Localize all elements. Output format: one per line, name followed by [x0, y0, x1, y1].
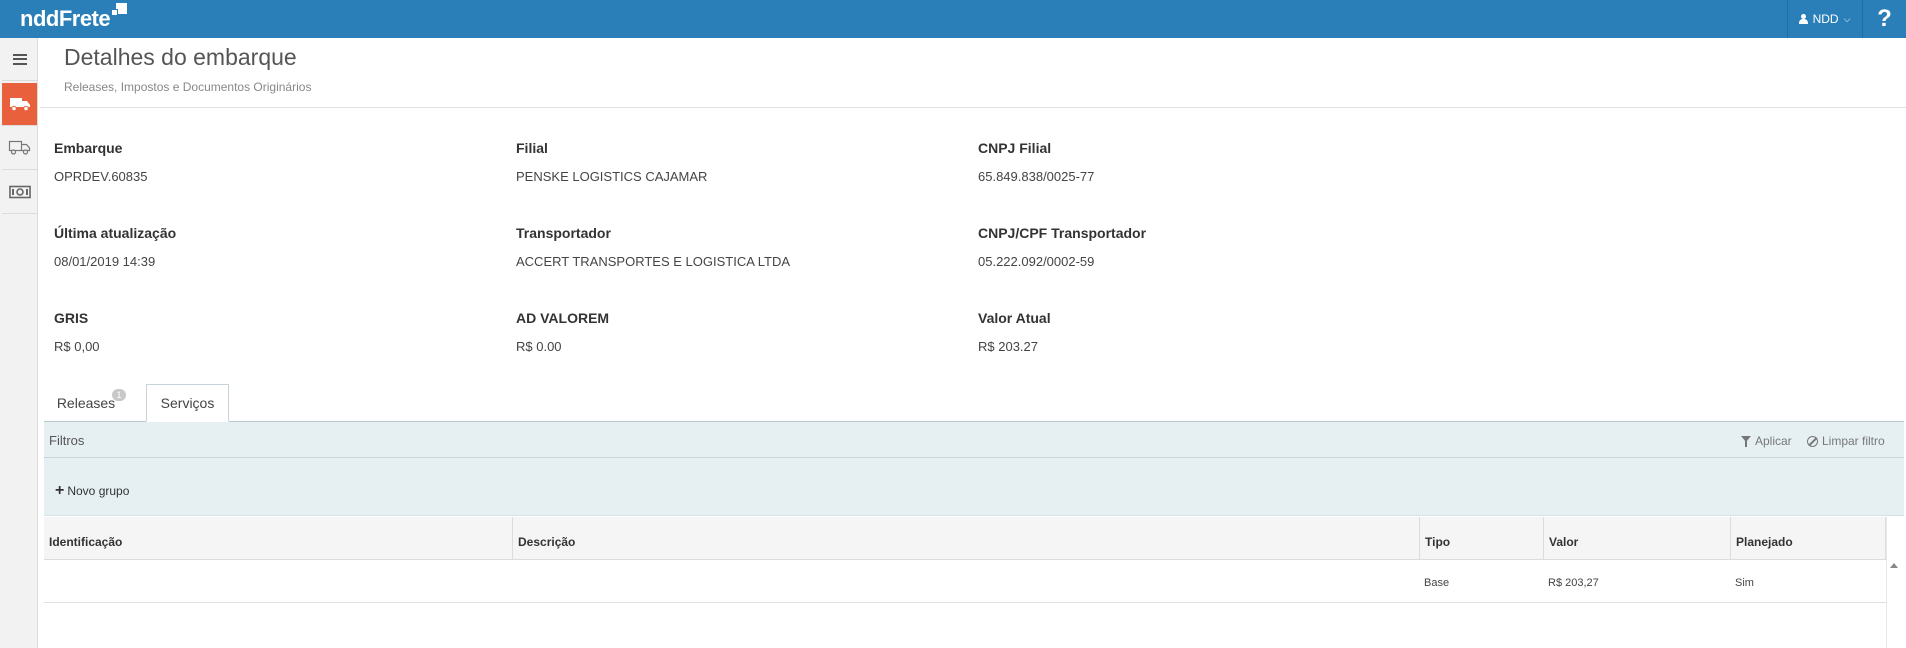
filter-title: Filtros [49, 433, 85, 448]
ad-valorem-value: R$ 0.00 [516, 339, 562, 354]
clear-filter-button[interactable]: Limpar filtro [1807, 434, 1885, 448]
logo-mark-icon [111, 3, 128, 19]
money-icon [8, 185, 31, 199]
cnpj-filial-value: 65.849.838/0025-77 [978, 169, 1095, 184]
embarque-value: OPRDEV.60835 [54, 169, 148, 184]
ultima-atualizacao-label: Última atualização [54, 225, 177, 241]
gris-value: R$ 0,00 [54, 339, 100, 354]
plus-icon: + [55, 482, 65, 499]
table-header: Identificação Descrição Tipo Valor Plane… [44, 517, 1886, 560]
nav-item-financeiro[interactable] [2, 171, 37, 214]
user-name: NDD [1812, 12, 1839, 26]
table-row[interactable]: Base R$ 203,27 Sim [44, 560, 1886, 603]
user-menu[interactable]: NDD ⌵ [1787, 0, 1861, 38]
chevron-down-icon: ⌵ [1843, 13, 1851, 24]
gris-label: GRIS [54, 310, 89, 326]
apply-filter-label: Aplicar [1755, 434, 1792, 448]
nav-item-fretes[interactable] [2, 127, 37, 170]
embarque-label: Embarque [54, 140, 123, 156]
app-logo[interactable]: nddFrete [20, 3, 128, 34]
column-header-tipo[interactable]: Tipo [1420, 517, 1544, 560]
column-header-planejado[interactable]: Planejado [1731, 517, 1886, 560]
ban-icon [1807, 435, 1818, 447]
column-header-descricao[interactable]: Descrição [513, 517, 1420, 560]
column-header-valor[interactable]: Valor [1544, 517, 1731, 560]
help-button[interactable]: ? [1862, 0, 1906, 38]
tab-servicos[interactable]: Serviços [146, 384, 229, 422]
column-header-identificacao[interactable]: Identificação [44, 517, 513, 560]
filial-value: PENSKE LOGISTICS CAJAMAR [516, 169, 708, 184]
valor-atual-value: R$ 203.27 [978, 339, 1038, 354]
cnpj-transportador-label: CNPJ/CPF Transportador [978, 225, 1147, 241]
transportador-label: Transportador [516, 225, 611, 241]
tab-label: Releases [56, 395, 116, 411]
filter-panel: Filtros Aplicar Limpar filtro + Novo gru… [44, 422, 1904, 516]
ad-valorem-label: AD VALOREM [516, 310, 610, 326]
new-group-button[interactable]: + Novo grupo [55, 482, 130, 499]
funnel-icon [1741, 435, 1751, 447]
user-icon [1798, 14, 1808, 24]
menu-icon [12, 53, 27, 65]
nav-item-embarques[interactable] [2, 83, 37, 126]
logo-text: nddFrete [20, 6, 111, 31]
releases-count-badge: 1 [112, 389, 126, 401]
truck-icon [9, 98, 30, 112]
page-title: Detalhes do embarque [64, 44, 297, 70]
ultima-atualizacao-value: 08/01/2019 14:39 [54, 254, 156, 269]
menu-toggle[interactable] [2, 38, 37, 81]
header-divider [40, 107, 1906, 108]
transportador-value: ACCERT TRANSPORTES E LOGISTICA LTDA [516, 254, 791, 269]
cnpj-transportador-value: 05.222.092/0002-59 [978, 254, 1095, 269]
valor-atual-label: Valor Atual [978, 310, 1051, 326]
clear-filter-label: Limpar filtro [1822, 434, 1885, 448]
tab-label: Serviços [160, 395, 215, 411]
table-scrollbar[interactable] [1886, 517, 1904, 648]
side-nav [0, 38, 38, 648]
apply-filter-button[interactable]: Aplicar [1741, 434, 1792, 448]
top-bar: nddFrete NDD ⌵ ? [0, 0, 1906, 38]
cell-tipo: Base [1424, 577, 1450, 589]
new-group-label: Novo grupo [67, 484, 130, 498]
cnpj-filial-label: CNPJ Filial [978, 140, 1052, 156]
page-subtitle: Releases, Impostos e Documentos Originár… [64, 80, 312, 94]
shipment-icon [8, 140, 30, 155]
scroll-up-arrow-icon[interactable] [1890, 563, 1898, 568]
cell-valor: R$ 203,27 [1548, 577, 1599, 589]
filter-header: Filtros Aplicar Limpar filtro [44, 422, 1904, 458]
cell-planejado: Sim [1735, 577, 1754, 589]
tab-releases[interactable]: Releases [48, 384, 124, 422]
filial-label: Filial [516, 140, 548, 156]
